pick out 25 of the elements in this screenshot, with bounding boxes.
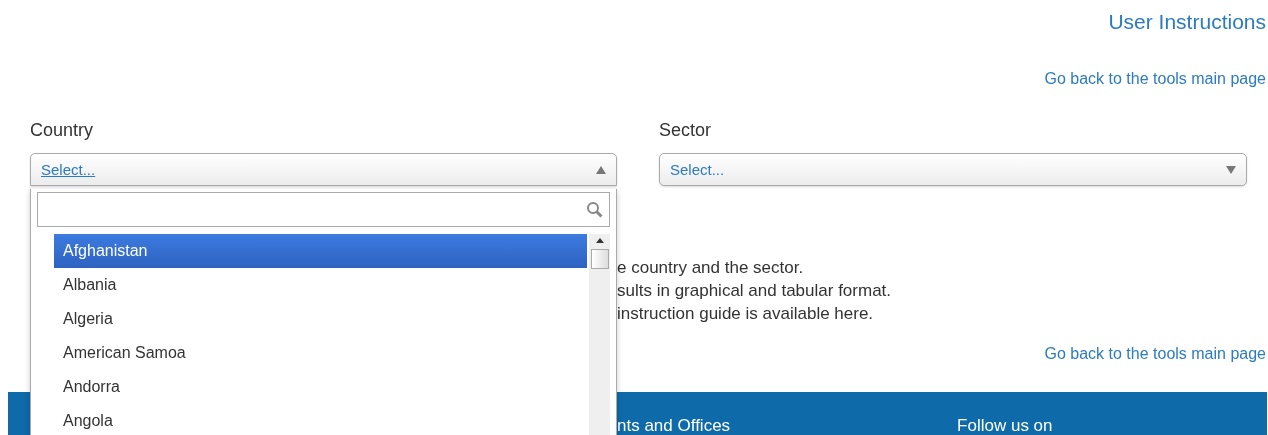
scrollbar-thumb[interactable] (590, 249, 609, 269)
back-link[interactable]: Go back to the tools main page (1044, 345, 1266, 363)
footer-heading: Follow us on (957, 416, 1053, 435)
back-link[interactable]: Go back to the tools main page (1044, 70, 1266, 88)
dropdown-option[interactable]: Afghanistan (54, 234, 587, 268)
instruction-text: instruction guide is available here. (617, 303, 875, 325)
scrollbar[interactable] (589, 234, 610, 435)
scroll-up-icon[interactable] (595, 238, 604, 243)
caret-icon (596, 165, 606, 174)
filter-label: Sector (659, 120, 713, 141)
dropdown-option[interactable]: American Samoa (54, 336, 587, 370)
filter-label: Country (30, 120, 95, 141)
footer-heading: nts and Offices (617, 416, 731, 435)
dropdown-option[interactable]: Albania (54, 268, 587, 302)
dropdown-option[interactable]: Andorra (54, 370, 587, 404)
page-title: User Instructions (1108, 10, 1266, 34)
search-icon (586, 201, 603, 218)
instruction-text: e country and the sector. (617, 257, 805, 279)
caret-icon (1226, 165, 1236, 174)
select-field[interactable]: Select... (659, 153, 1247, 186)
select-field[interactable]: Select... (30, 153, 617, 186)
instruction-text: sults in graphical and tabular format. (617, 280, 893, 302)
dropdown-option[interactable]: Angola (54, 404, 587, 435)
dropdown-option[interactable]: Algeria (54, 302, 587, 336)
search-field[interactable] (37, 192, 610, 227)
